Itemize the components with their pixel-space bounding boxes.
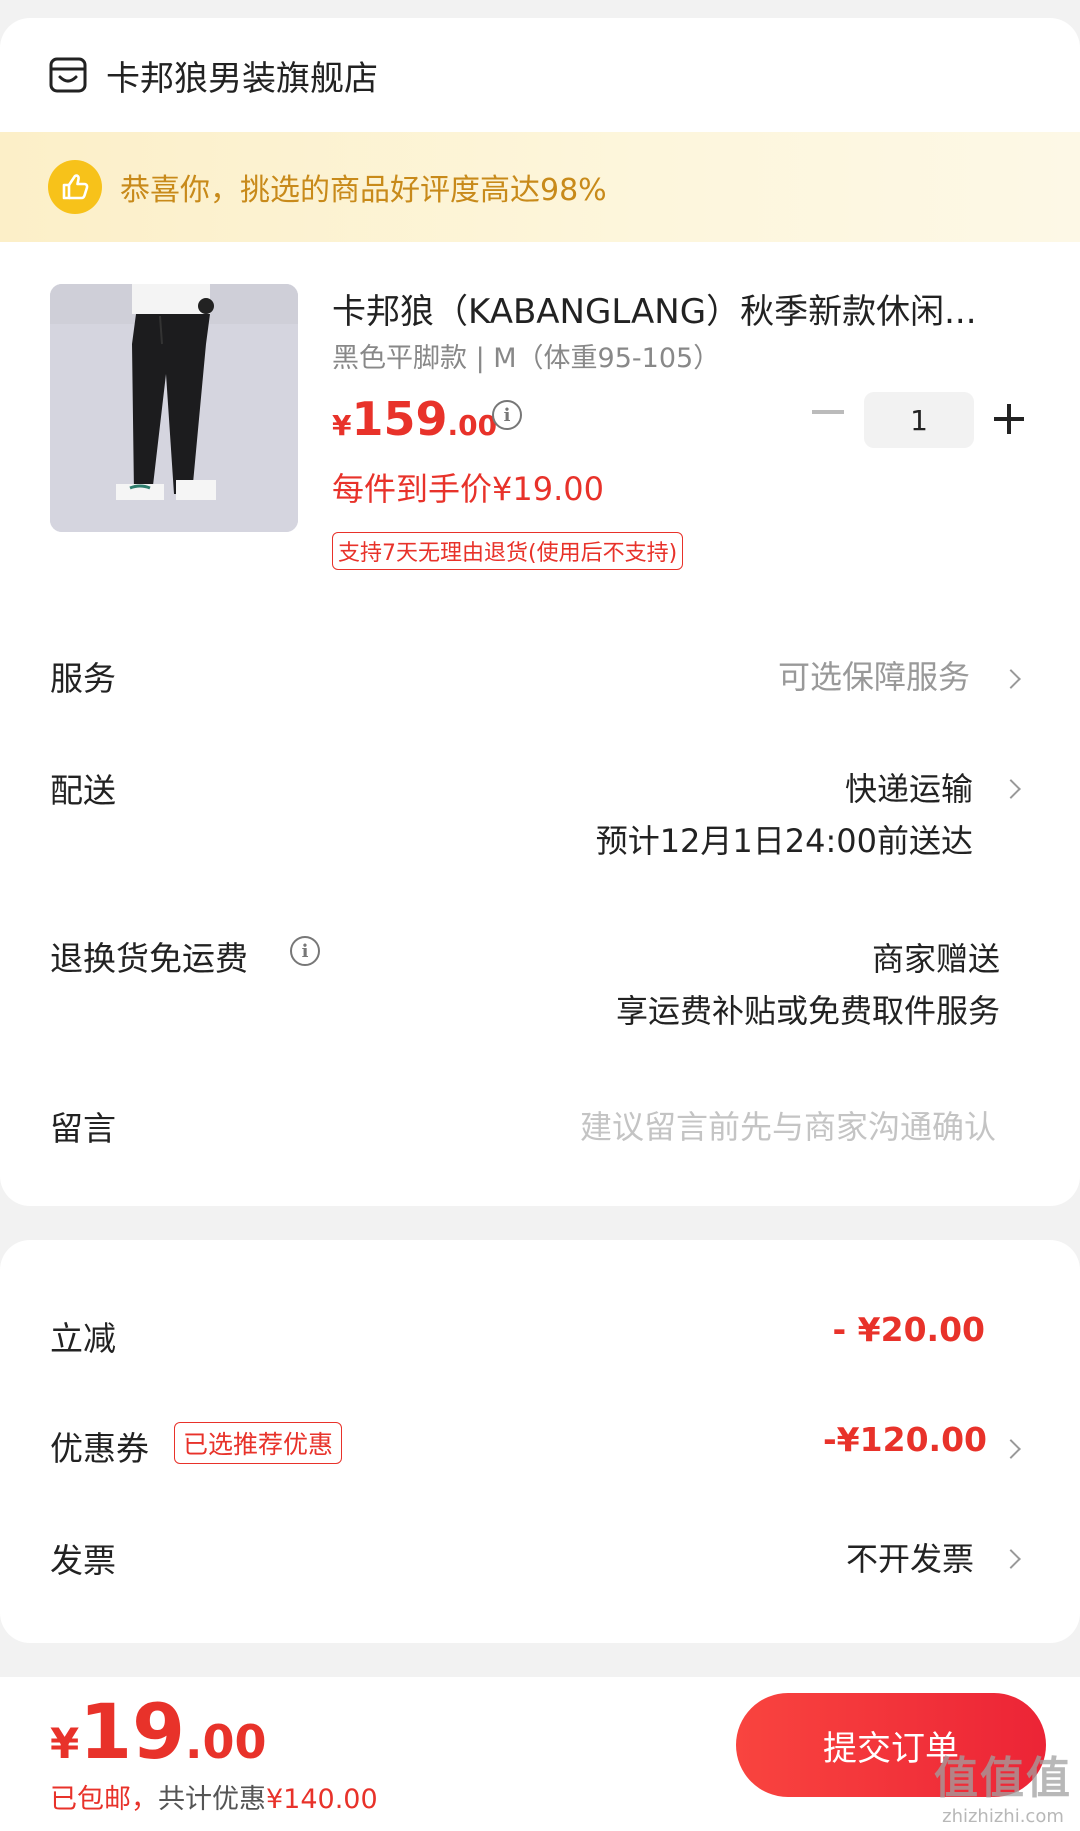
price-info-icon[interactable]: i [492,400,522,430]
banner-text: 恭喜你，挑选的商品好评度高达98% [120,173,607,208]
product-price: ¥ 159 .00 [332,392,497,446]
total-summary: 已包邮，共计优惠¥140.00 [50,1777,378,1816]
quantity-input[interactable]: 1 [864,392,974,448]
product-spec[interactable]: 黑色平脚款 | M（体重95-105） [332,336,720,375]
coupon-value: -¥120.00 [822,1420,987,1459]
instant-discount-label: 立减 [50,1319,116,1358]
quantity-increase-button[interactable] [994,402,1028,436]
instant-discount-value: - ¥20.00 [832,1310,985,1349]
return-policy-tag: 支持7天无理由退货(使用后不支持) [332,532,684,570]
savings-value: ¥140.00 [266,1784,378,1815]
price-integer: 159 [351,392,448,446]
message-input[interactable]: 建议留言前先与商家沟通确认 [580,1102,996,1148]
coupon-row[interactable]: 优惠券 已选推荐优惠 -¥120.00 [0,1418,1080,1478]
watermark: 值值值 zhizhizhi.com [934,1742,1072,1827]
discount-card: 立减 - ¥20.00 优惠券 已选推荐优惠 -¥120.00 发票 不开发票 [0,1240,1080,1643]
service-row[interactable]: 服务 可选保障服务 [0,646,1080,706]
return-info-icon[interactable]: i [290,936,320,966]
coupon-label: 优惠券 [50,1429,149,1468]
message-row[interactable]: 留言 建议留言前先与商家沟通确认 [0,1096,1080,1156]
return-shipping-label: 退换货免运费 [50,939,248,978]
return-shipping-value: 商家赠送 [871,940,1000,978]
price-currency: ¥ [332,409,352,442]
delivery-eta: 预计12月1日24:00前送达 [595,822,973,860]
coupon-tag: 已选推荐优惠 [174,1422,343,1464]
shipping-note: 已包邮， [50,1784,158,1815]
total-price: ¥ 19 .00 [50,1687,267,1776]
thumbs-up-icon [48,160,102,214]
quantity-decrease-button[interactable] [812,410,844,414]
savings-prefix: 共计优惠 [158,1784,266,1815]
checkout-bar: ¥ 19 .00 已包邮，共计优惠¥140.00 提交订单 值值值 zhizhi… [0,1677,1080,1831]
return-shipping-detail: 享运费补贴或免费取件服务 [615,992,1000,1030]
invoice-label: 发票 [50,1541,116,1580]
product-title[interactable]: 卡邦狼（KABANGLANG）秋季新款休闲... [332,284,1012,333]
service-value: 可选保障服务 [777,658,970,696]
price-decimal: .00 [447,409,498,442]
delivery-label: 配送 [50,771,116,810]
order-card: 卡邦狼男装旗舰店 恭喜你，挑选的商品好评度高达98% 卡邦狼（KABANGLAN… [0,18,1080,1206]
message-label: 留言 [50,1109,116,1148]
invoice-row[interactable]: 发票 不开发票 [0,1530,1080,1590]
delivery-method: 快递运输 [844,770,973,808]
return-shipping-row: 退换货免运费 i 商家赠送 享运费补贴或免费取件服务 [0,926,1080,1036]
deal-price: 每件到手价¥19.00 [332,470,604,508]
total-integer: 19 [79,1687,185,1776]
product-item: 卡邦狼（KABANGLANG）秋季新款休闲... 黑色平脚款 | M（体重95-… [0,242,1080,592]
total-decimal: .00 [185,1715,267,1769]
watermark-url: zhizhizhi.com [942,1806,1064,1827]
chevron-right-icon [1001,669,1021,689]
chevron-right-icon [1001,1549,1021,1569]
invoice-value: 不开发票 [845,1540,974,1578]
shop-icon [48,55,88,95]
watermark-logo: 值值值 [934,1753,1072,1804]
chevron-right-icon [1001,1439,1021,1459]
instant-discount-row: 立减 - ¥20.00 [0,1308,1080,1368]
service-label: 服务 [50,659,116,698]
rating-banner: 恭喜你，挑选的商品好评度高达98% [0,132,1080,242]
shop-row[interactable]: 卡邦狼男装旗舰店 [0,18,1080,132]
chevron-right-icon [1001,779,1021,799]
delivery-row[interactable]: 配送 快递运输 预计12月1日24:00前送达 [0,758,1080,868]
shop-name: 卡邦狼男装旗舰店 [106,58,378,99]
total-currency: ¥ [50,1719,80,1768]
product-image[interactable] [50,284,298,532]
